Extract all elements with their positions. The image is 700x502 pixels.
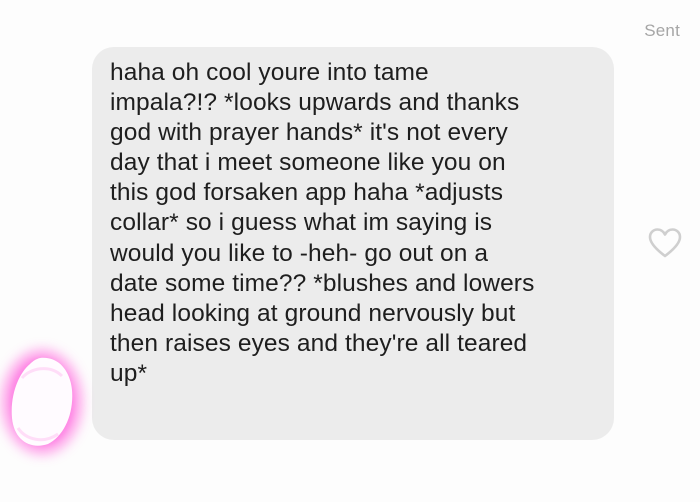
heart-icon[interactable]: [647, 226, 683, 262]
message-text: haha oh cool youre into tame impala?!? *…: [110, 59, 535, 387]
message-bubble[interactable]: haha oh cool youre into tame impala?!? *…: [92, 47, 614, 440]
message-row: haha oh cool youre into tame impala?!? *…: [0, 0, 700, 502]
avatar[interactable]: [0, 318, 100, 502]
